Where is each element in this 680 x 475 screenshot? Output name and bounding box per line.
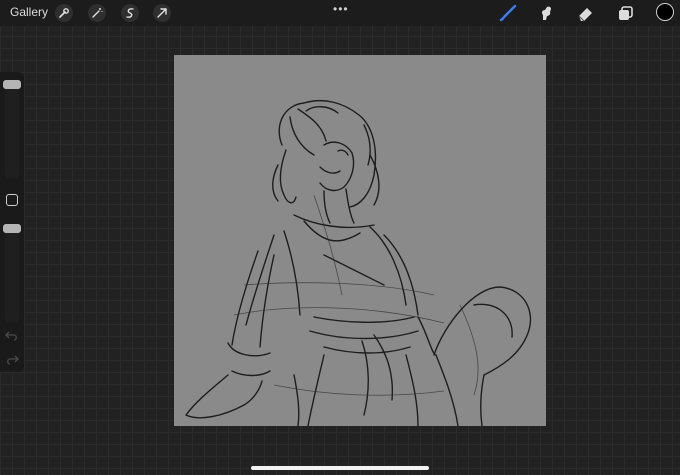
eraser-icon[interactable]: [576, 4, 596, 22]
sketch-drawing: [185, 99, 532, 427]
undo-icon[interactable]: [5, 328, 19, 341]
smudge-icon[interactable]: [537, 4, 557, 22]
brush-size-track[interactable]: [5, 80, 19, 178]
wrench-icon[interactable]: [55, 4, 73, 22]
modify-button[interactable]: [6, 194, 18, 206]
left-sidebar: [0, 72, 24, 372]
selection-icon[interactable]: [121, 4, 139, 22]
magic-wand-icon[interactable]: [88, 4, 106, 22]
color-picker-swatch[interactable]: [656, 3, 674, 21]
top-toolbar: Gallery •••: [0, 0, 680, 26]
drawing-canvas[interactable]: [174, 55, 546, 427]
layers-icon[interactable]: [616, 4, 636, 22]
home-indicator[interactable]: [251, 466, 429, 470]
redo-icon[interactable]: [5, 352, 19, 365]
brush-icon[interactable]: [498, 4, 518, 22]
opacity-track[interactable]: [5, 224, 19, 322]
gallery-button[interactable]: Gallery: [10, 5, 48, 19]
opacity-slider[interactable]: [3, 224, 21, 233]
brush-size-slider[interactable]: [3, 80, 21, 89]
more-options-dots[interactable]: •••: [333, 2, 349, 16]
transform-arrow-icon[interactable]: [153, 4, 171, 22]
